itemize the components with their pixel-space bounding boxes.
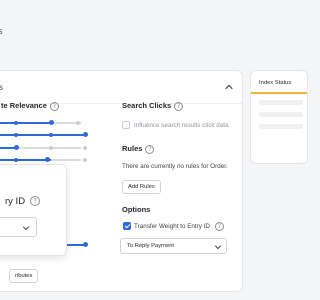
search-clicks-title: Search Clicks? [122, 101, 184, 111]
chevron-down-icon [215, 245, 221, 250]
attributes-button[interactable]: ributes [9, 269, 39, 283]
help-icon[interactable]: ? [145, 144, 155, 154]
status-accent-line [251, 92, 307, 94]
transfer-target-value: To Reply Payment [127, 243, 175, 249]
rules-label: Rules [122, 144, 143, 153]
transfer-weight-checkbox[interactable] [123, 222, 131, 230]
chevron-up-icon[interactable] [223, 81, 235, 93]
status-placeholder-bar [259, 112, 303, 117]
relevance-slider[interactable] [0, 119, 81, 127]
help-icon[interactable]: ? [30, 196, 41, 207]
add-rules-button[interactable]: Add Rules [122, 180, 161, 194]
card-header[interactable]: s [0, 71, 242, 104]
relevance-slider[interactable] [0, 156, 87, 164]
relevance-title: te Relevance [1, 101, 47, 110]
help-icon[interactable]: ? [214, 222, 224, 231]
entry-id-popover: ry ID? [0, 164, 67, 256]
options-title: Options [122, 205, 151, 214]
status-placeholder-bar [259, 124, 303, 129]
index-status-card: Index Status [250, 70, 308, 164]
rules-title: Rules? [122, 144, 155, 154]
rules-empty-text: There are currently no rules for Order. [122, 163, 228, 170]
status-placeholder-bar [259, 100, 303, 105]
transfer-target-select[interactable]: To Reply Payment [120, 238, 227, 254]
transfer-weight-label: Transfer Weight to Entry ID? [134, 222, 224, 231]
popover-title-text: ry ID [5, 196, 26, 207]
help-icon[interactable]: ? [174, 101, 184, 111]
help-icon[interactable]: ? [49, 101, 59, 111]
relevance-slider[interactable] [0, 144, 87, 152]
card-header-title: s [0, 83, 3, 92]
popover-title: ry ID? [5, 196, 41, 207]
chevron-down-icon [23, 226, 29, 231]
entry-id-select[interactable] [0, 217, 37, 237]
relevance-section-title: te Relevance? [1, 101, 59, 111]
influence-clicks-checkbox[interactable] [122, 121, 130, 129]
index-status-title: Index Status [259, 80, 292, 86]
transfer-weight-text: Transfer Weight to Entry ID [134, 223, 210, 231]
influence-clicks-label: Influence search results click data [134, 122, 229, 129]
search-clicks-label: Search Clicks [122, 101, 172, 110]
breadcrumb-fragment: s [0, 26, 3, 36]
relevance-slider[interactable] [0, 131, 88, 139]
